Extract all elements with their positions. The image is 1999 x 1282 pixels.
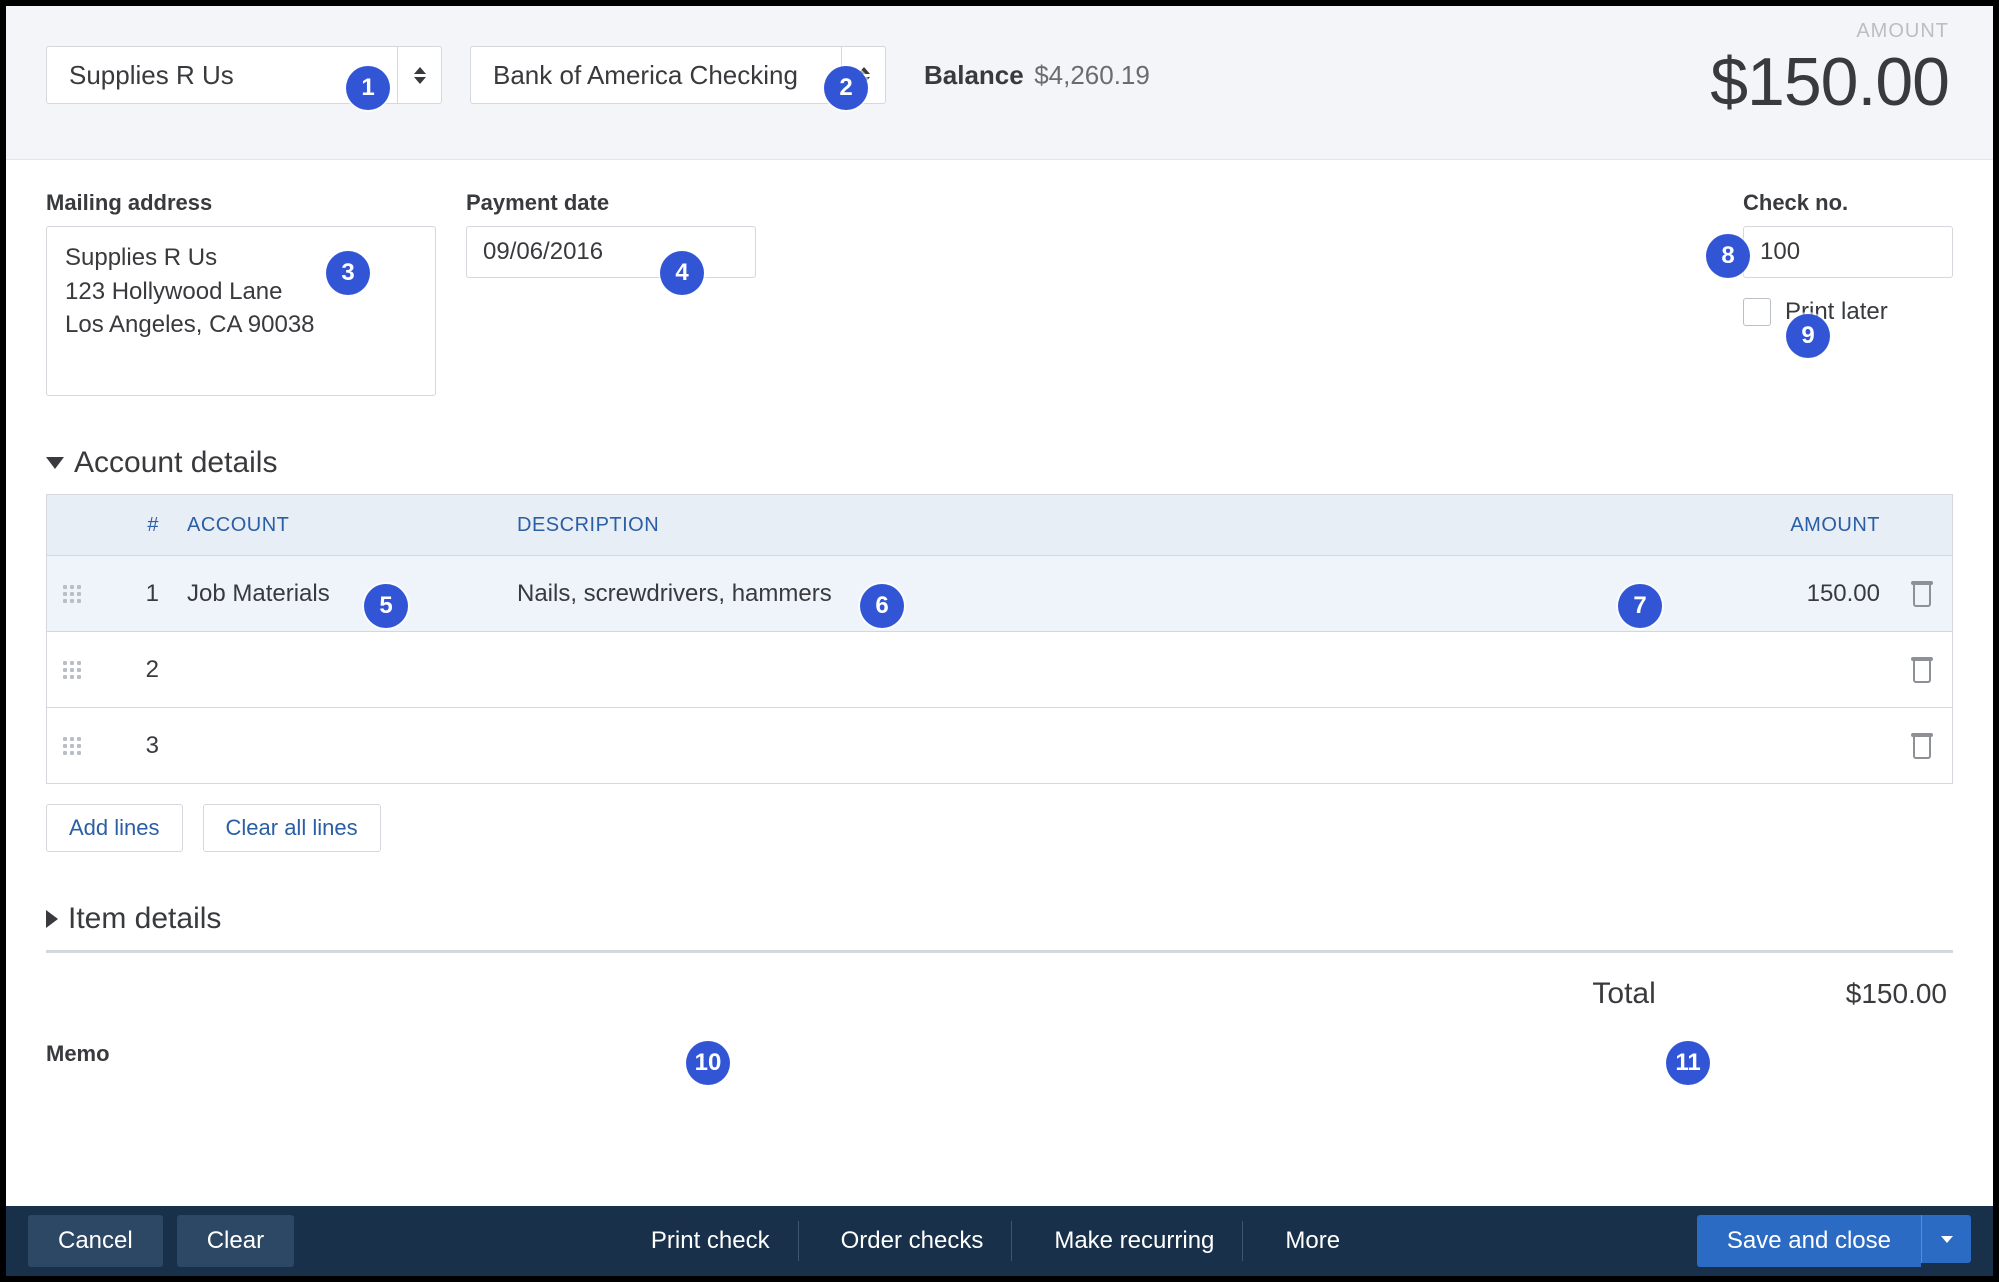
mailing-address-input[interactable]: Supplies R Us 123 Hollywood Lane Los Ang…: [46, 226, 436, 396]
row-number: 3: [97, 732, 177, 760]
total-label: Total: [1592, 977, 1655, 1011]
annotation-badge: 7: [1618, 584, 1662, 628]
clear-all-lines-button[interactable]: Clear all lines: [203, 804, 381, 852]
collapse-down-icon: [46, 457, 64, 469]
drag-handle-icon[interactable]: [47, 737, 97, 755]
cancel-button[interactable]: Cancel: [28, 1215, 163, 1267]
amount-value: $150.00: [1710, 43, 1949, 121]
annotation-badge: 2: [824, 66, 868, 110]
header-bar: Supplies R Us Bank of America Checking B…: [6, 6, 1993, 159]
annotation-badge: 5: [364, 584, 408, 628]
annotation-badge: 3: [326, 251, 370, 295]
account-details-table: # ACCOUNT DESCRIPTION AMOUNT 1 Job Mater…: [46, 494, 1953, 784]
payment-date-label: Payment date: [466, 190, 756, 216]
print-check-button[interactable]: Print check: [623, 1221, 799, 1261]
row-description[interactable]: Nails, screwdrivers, hammers: [507, 580, 1712, 608]
row-number: 2: [97, 656, 177, 684]
amount-caption: AMOUNT: [1710, 20, 1949, 43]
total-value: $150.00: [1846, 978, 1947, 1010]
total-row: Total $150.00: [46, 977, 1953, 1011]
account-details-title: Account details: [74, 446, 277, 480]
more-button[interactable]: More: [1257, 1221, 1368, 1261]
balance-display: Balance $4,260.19: [914, 60, 1150, 91]
mailing-address-group: Mailing address Supplies R Us 123 Hollyw…: [46, 190, 436, 396]
order-checks-button[interactable]: Order checks: [813, 1221, 1013, 1261]
amount-display: AMOUNT $150.00: [1710, 20, 1949, 121]
balance-label: Balance: [924, 60, 1024, 90]
annotation-badge: 8: [1706, 234, 1750, 278]
drag-handle-icon[interactable]: [47, 661, 97, 679]
item-details-toggle[interactable]: Item details: [46, 902, 1953, 936]
check-no-input[interactable]: 100: [1743, 226, 1953, 278]
drag-handle-icon[interactable]: [47, 585, 97, 603]
annotation-badge: 9: [1786, 314, 1830, 358]
print-later-checkbox[interactable]: [1743, 298, 1771, 326]
select-caret-icon: [397, 47, 441, 103]
annotation-badge: 4: [660, 251, 704, 295]
item-details-title: Item details: [68, 902, 221, 936]
table-row[interactable]: 1 Job Materials Nails, screwdrivers, ham…: [47, 555, 1952, 631]
trash-icon: [1911, 657, 1933, 683]
col-number-header: #: [97, 514, 177, 537]
annotation-badge: 11: [1666, 1041, 1710, 1085]
footer-bar: Cancel Clear Print check Order checks Ma…: [6, 1206, 1993, 1276]
col-amount-header: AMOUNT: [1712, 514, 1892, 537]
delete-row-button[interactable]: [1892, 657, 1952, 683]
save-and-close-button[interactable]: Save and close: [1697, 1215, 1921, 1267]
col-description-header: DESCRIPTION: [507, 514, 1712, 537]
table-row[interactable]: 3: [47, 707, 1952, 783]
trash-icon: [1911, 733, 1933, 759]
bank-account-label: Bank of America Checking: [471, 47, 841, 103]
save-dropdown-button[interactable]: [1921, 1215, 1971, 1263]
delete-row-button[interactable]: [1892, 733, 1952, 759]
payment-date-input[interactable]: 09/06/2016: [466, 226, 756, 278]
payment-date-group: Payment date 09/06/2016: [466, 190, 756, 396]
trash-icon: [1911, 581, 1933, 607]
table-row[interactable]: 2: [47, 631, 1952, 707]
check-no-group: Check no. 100 Print later: [1743, 190, 1953, 326]
delete-row-button[interactable]: [1892, 581, 1952, 607]
mailing-address-label: Mailing address: [46, 190, 436, 216]
annotation-badge: 10: [686, 1041, 730, 1085]
account-details-toggle[interactable]: Account details: [46, 446, 1953, 480]
row-number: 1: [97, 580, 177, 608]
annotation-badge: 1: [346, 66, 390, 110]
annotation-badge: 6: [860, 584, 904, 628]
make-recurring-button[interactable]: Make recurring: [1026, 1221, 1243, 1261]
clear-button[interactable]: Clear: [177, 1215, 294, 1267]
collapse-right-icon: [46, 910, 58, 928]
save-button-group: Save and close: [1697, 1215, 1971, 1267]
payee-select-label: Supplies R Us: [47, 47, 397, 103]
table-header: # ACCOUNT DESCRIPTION AMOUNT: [47, 495, 1952, 555]
add-lines-button[interactable]: Add lines: [46, 804, 183, 852]
row-account[interactable]: Job Materials: [177, 580, 507, 608]
balance-value: $4,260.19: [1034, 60, 1150, 90]
bank-account-select[interactable]: Bank of America Checking: [470, 46, 886, 104]
check-no-label: Check no.: [1743, 190, 1953, 216]
row-amount[interactable]: 150.00: [1712, 580, 1892, 608]
divider: [46, 950, 1953, 953]
col-account-header: ACCOUNT: [177, 514, 507, 537]
